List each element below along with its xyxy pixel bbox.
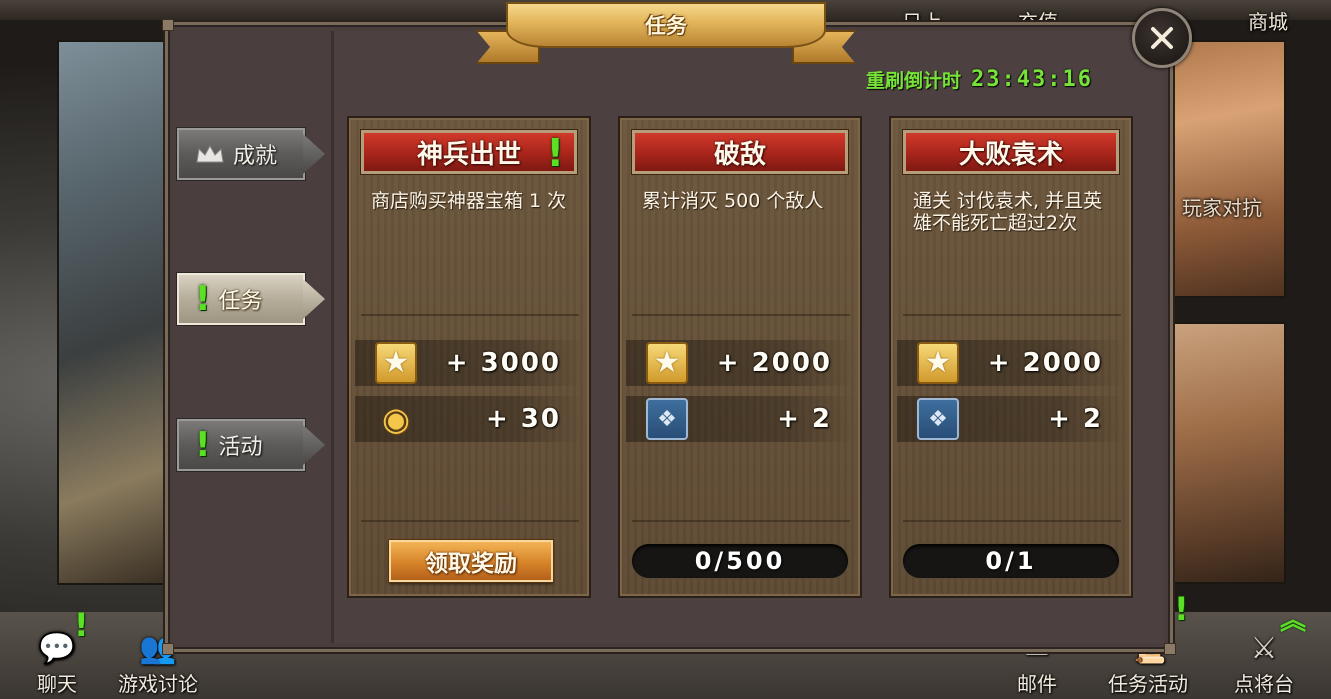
reward-row: ★ + 2000 — [626, 340, 854, 386]
star-icon: ★ — [917, 342, 959, 384]
quest-title-text: 破敌 — [713, 139, 766, 170]
quest-title: 破敌 — [632, 130, 848, 174]
mode-art-2[interactable] — [1172, 322, 1286, 584]
reward-amount: + 2 — [777, 404, 832, 434]
reward-amount: + 3000 — [445, 348, 561, 378]
close-icon — [1151, 27, 1173, 49]
reward-row: ❖ + 2 — [626, 396, 854, 442]
reward-row: ◉ + 30 — [355, 396, 583, 442]
progress-text: 0/1 — [985, 547, 1037, 575]
tab-body: 成就 — [177, 128, 305, 180]
progress-text: 0/500 — [694, 547, 786, 575]
chat-alert-icon: ! — [74, 606, 89, 644]
crown-icon — [196, 144, 224, 163]
reward-amount: + 2000 — [716, 348, 832, 378]
quest-title-text: 大败袁术 — [958, 139, 1063, 170]
quest-activity-label: 任务活动 — [1108, 672, 1188, 696]
card-divider — [632, 520, 850, 522]
tab-label: 活动 — [218, 435, 263, 460]
pvp-mode-art[interactable] — [1172, 40, 1286, 298]
quest-card: 神兵出世 ! 商店购买神器宝箱 1 次 ★ + 3000 ◉ + 30 领取奖励 — [347, 116, 591, 598]
panel-corner — [162, 19, 174, 31]
upgrade-chevron-icon: ︽ — [1280, 606, 1307, 636]
general-stage-button[interactable]: ⚔ 点将台 — [1234, 628, 1294, 697]
quest-activity-alert-icon: ! — [1174, 590, 1189, 628]
quest-card: 破敌 累计消灭 500 个敌人 ★ + 2000 ❖ + 2 0/500 — [618, 116, 862, 598]
tab-arrow — [303, 425, 325, 465]
claim-reward-button[interactable]: 领取奖励 — [389, 540, 553, 582]
quest-title-text: 神兵出世 — [416, 139, 521, 170]
tab-body: ! 任务 — [177, 273, 305, 325]
card-divider — [903, 314, 1121, 316]
card-divider — [903, 520, 1121, 522]
quest-description: 商店购买神器宝箱 1 次 — [371, 190, 567, 212]
alert-icon: ! — [546, 131, 564, 175]
panel-corner — [1164, 643, 1176, 655]
chat-label: 聊天 — [37, 672, 77, 696]
tab-achievements[interactable]: 成就 — [177, 128, 327, 180]
gold-coins-icon: ◉ — [382, 400, 410, 438]
general-stage-label: 点将台 — [1234, 672, 1294, 696]
quest-description: 通关 讨伐袁术, 并且英雄不能死亡超过2次 — [913, 190, 1103, 234]
title-banner: 任务 — [476, 0, 856, 66]
tab-body: ! 活动 — [177, 419, 305, 471]
tab-column — [174, 31, 334, 643]
star-icon: ★ — [375, 342, 417, 384]
quest-title: 神兵出世 ! — [361, 130, 577, 175]
top-nav-shop[interactable]: 商城 — [1248, 6, 1288, 35]
tab-label: 任务 — [218, 289, 263, 314]
tab-events[interactable]: ! 活动 — [177, 419, 327, 471]
reward-row: ❖ + 2 — [897, 396, 1125, 442]
alert-icon: ! — [195, 279, 211, 319]
quest-card: 大败袁术 通关 讨伐袁术, 并且英雄不能死亡超过2次 ★ + 2000 ❖ + … — [889, 116, 1133, 598]
reward-row: ★ + 2000 — [897, 340, 1125, 386]
reward-row: ★ + 3000 — [355, 340, 583, 386]
hero-card-icon: ❖ — [917, 398, 959, 440]
alert-icon: ! — [195, 425, 211, 465]
reward-amount: + 30 — [485, 404, 561, 434]
close-button[interactable] — [1132, 8, 1192, 68]
tab-quests[interactable]: ! 任务 — [177, 273, 327, 325]
pvp-mode-label: 玩家对抗 — [1182, 196, 1262, 220]
quest-progress-bar: 0/500 — [632, 544, 848, 578]
hero-card-icon: ❖ — [646, 398, 688, 440]
refresh-countdown: 重刷倒计时 23:43:16 — [866, 66, 1093, 93]
star-icon: ★ — [646, 342, 688, 384]
panel-title: 任务 — [645, 14, 687, 38]
panel-corner — [162, 643, 174, 655]
discussion-label: 游戏讨论 — [118, 672, 198, 696]
card-divider — [632, 314, 850, 316]
quest-progress-bar: 0/1 — [903, 544, 1119, 578]
left-hero-art — [57, 40, 167, 585]
tab-arrow — [303, 134, 325, 174]
quest-title: 大败袁术 — [903, 130, 1119, 174]
reward-amount: + 2000 — [987, 348, 1103, 378]
tab-label: 成就 — [233, 144, 278, 169]
card-divider — [361, 314, 579, 316]
banner-scroll: 任务 — [506, 2, 826, 48]
refresh-label: 重刷倒计时 — [866, 70, 962, 92]
mail-label: 邮件 — [1017, 672, 1057, 696]
reward-amount: + 2 — [1048, 404, 1103, 434]
card-divider — [361, 520, 579, 522]
tab-arrow — [303, 279, 325, 319]
quest-description: 累计消灭 500 个敌人 — [642, 190, 824, 212]
refresh-timer: 23:43:16 — [971, 67, 1093, 92]
